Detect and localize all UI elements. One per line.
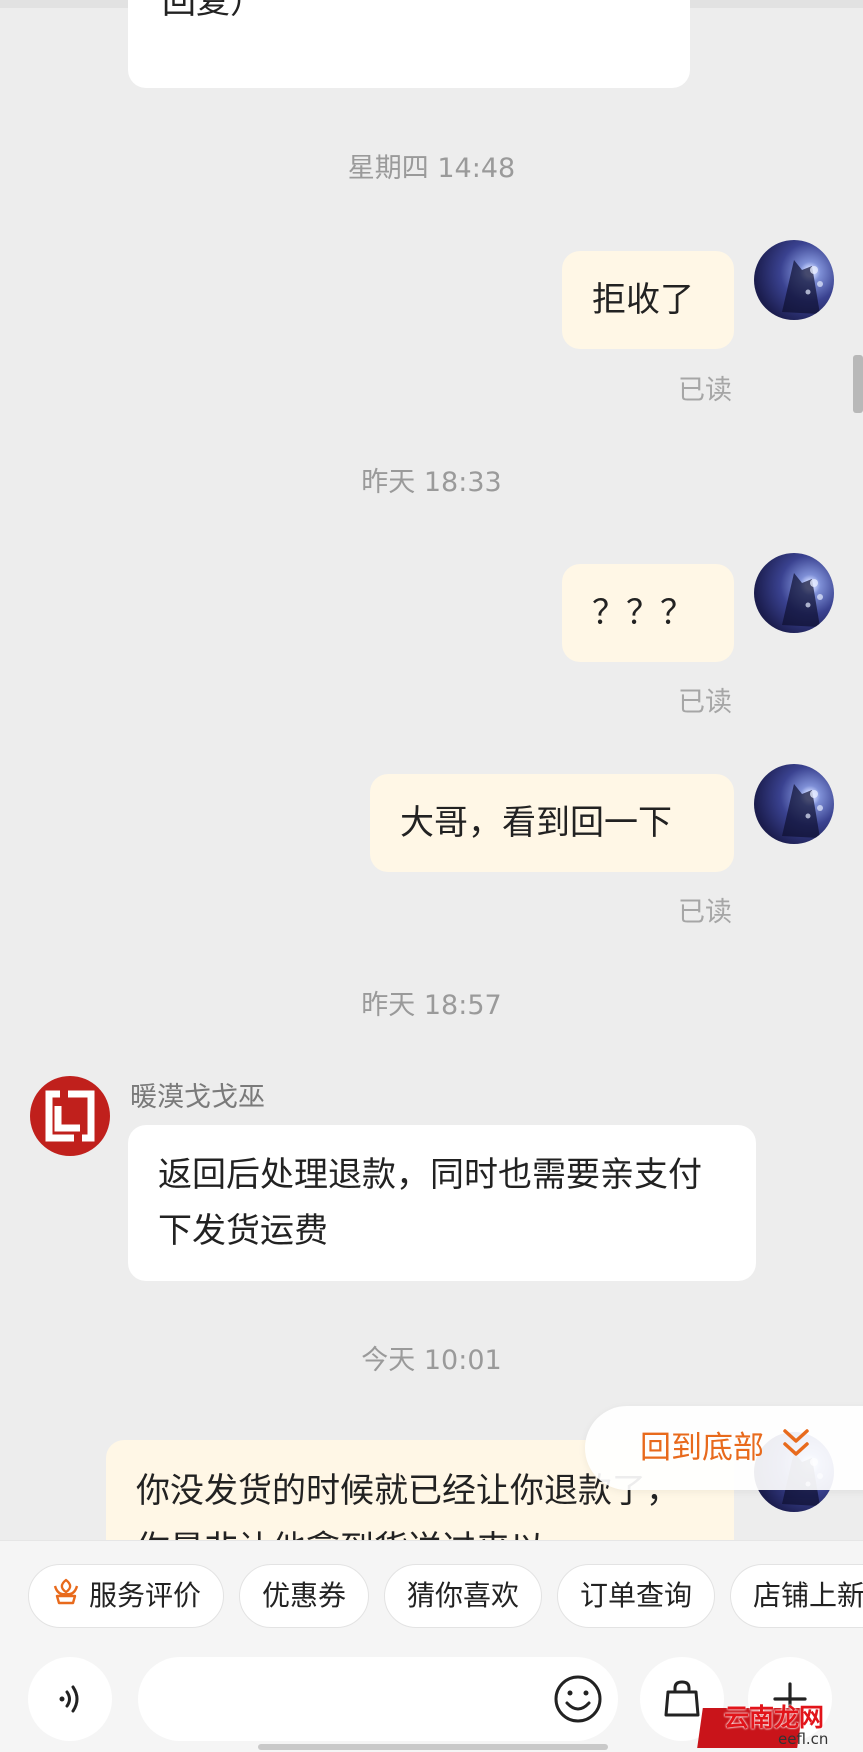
my-avatar[interactable] [754, 553, 834, 633]
back-to-bottom-button[interactable]: 回到底部 [585, 1406, 863, 1490]
order-query-chip[interactable]: 订单查询 [557, 1564, 715, 1628]
home-indicator[interactable] [258, 1744, 608, 1750]
back-to-bottom-label: 回到底部 [640, 1430, 764, 1466]
shop-logo-icon [45, 1090, 95, 1142]
scrollbar-thumb[interactable] [853, 355, 863, 413]
chip-label: 服务评价 [89, 1579, 202, 1612]
message-text: 返回后处理退款，同时也需要亲支付下发货运费 [158, 1155, 702, 1251]
coupon-chip[interactable]: 优惠券 [239, 1564, 369, 1628]
shop-new-chip[interactable]: 店铺上新 [730, 1564, 863, 1628]
timestamp: 今天 10:01 [361, 1345, 502, 1376]
timestamp: 昨天 18:33 [361, 467, 502, 498]
message-bubble-outgoing[interactable]: ？？？ [562, 564, 734, 662]
message-text: ？？？ [592, 593, 694, 633]
double-chevron-down-icon [782, 1408, 810, 1492]
chip-label: 订单查询 [580, 1579, 693, 1612]
guess-you-like-chip[interactable]: 猜你喜欢 [384, 1564, 542, 1628]
emoji-icon[interactable] [552, 1673, 604, 1729]
shop-avatar[interactable] [30, 1076, 110, 1156]
message-input[interactable] [138, 1657, 618, 1741]
read-status: 已读 [678, 897, 732, 928]
read-status: 已读 [678, 687, 732, 718]
chip-label: 猜你喜欢 [407, 1579, 520, 1612]
watermark-site-name: 云南龙网 [724, 1703, 825, 1732]
site-watermark: 云南龙网 eefl.cn [697, 1700, 863, 1752]
voice-button[interactable] [28, 1657, 112, 1741]
service-review-chip[interactable]: 服务评价 [28, 1564, 224, 1628]
message-text: 大哥，看到回一下 [400, 803, 672, 843]
message-text: 回复） [162, 0, 264, 22]
watermark-url: eefl.cn [778, 1730, 829, 1748]
read-status: 已读 [678, 375, 732, 406]
my-avatar[interactable] [754, 240, 834, 320]
shopping-bag-icon [664, 1680, 700, 1717]
message-text: 拒收了 [592, 280, 694, 320]
chip-label: 店铺上新 [753, 1579, 863, 1612]
sender-name: 暖漠戈戈巫 [130, 1082, 265, 1113]
timestamp: 昨天 18:57 [361, 990, 502, 1021]
my-avatar[interactable] [754, 764, 834, 844]
timestamp: 星期四 14:48 [347, 153, 516, 184]
message-bubble-previous[interactable]: 回复） [128, 0, 690, 88]
voice-icon [59, 1685, 79, 1713]
message-bubble-incoming[interactable]: 返回后处理退款，同时也需要亲支付下发货运费 [128, 1125, 756, 1281]
chip-label: 优惠券 [262, 1579, 347, 1612]
flower-icon [51, 1566, 81, 1628]
quick-actions-bar: 服务评价 优惠券 猜你喜欢 订单查询 店铺上新 [0, 1540, 863, 1647]
message-bubble-outgoing[interactable]: 大哥，看到回一下 [370, 774, 734, 872]
message-bubble-outgoing[interactable]: 拒收了 [562, 251, 734, 349]
